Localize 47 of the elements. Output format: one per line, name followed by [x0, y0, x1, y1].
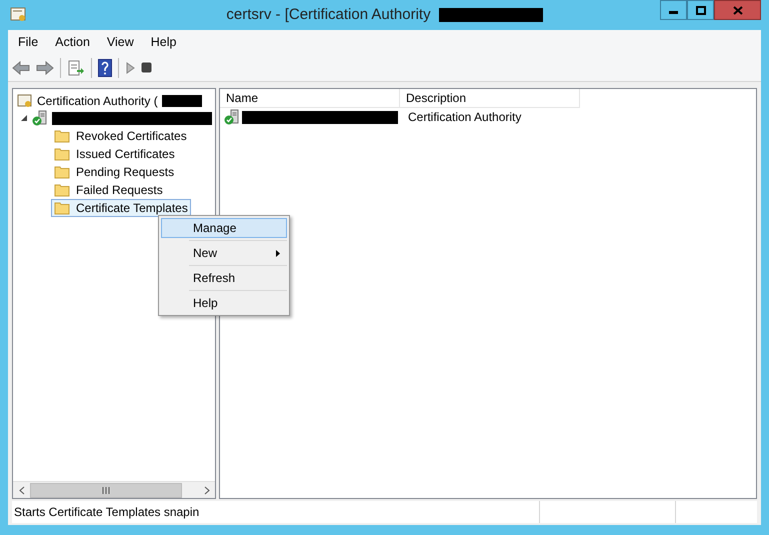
context-menu-item[interactable]: New	[161, 243, 287, 263]
folder-icon	[54, 165, 70, 179]
menu-item[interactable]: View	[106, 32, 134, 52]
tree-item-label: Failed Requests	[76, 182, 163, 199]
tree-item-label: Pending Requests	[76, 164, 174, 181]
tree-item[interactable]: Issued Certificates	[51, 145, 178, 163]
folder-icon	[54, 183, 70, 197]
column-header[interactable]: Name	[220, 89, 400, 108]
menu-item[interactable]: File	[18, 32, 38, 52]
expanded-arrow-icon[interactable]	[21, 114, 28, 122]
minimize-button[interactable]	[660, 0, 687, 20]
tree-item-label: Issued Certificates	[76, 146, 175, 163]
certificate-console-icon	[17, 92, 33, 108]
context-menu-item[interactable]: Help	[161, 293, 287, 313]
stop-icon[interactable]	[141, 62, 152, 73]
folder-icon	[54, 201, 70, 215]
menu-item[interactable]: Action	[55, 32, 90, 52]
status-text: Starts Certificate Templates snapin	[12, 501, 540, 523]
export-list-icon[interactable]	[67, 60, 85, 76]
close-button[interactable]	[714, 0, 761, 20]
context-menu-item[interactable]: Refresh	[161, 268, 287, 288]
tree-item[interactable]: Pending Requests	[51, 163, 178, 181]
folder-icon	[54, 147, 70, 161]
tree-item[interactable]: Revoked Certificates	[51, 127, 190, 145]
tree-item[interactable]: Certificate Templates	[51, 199, 191, 217]
certificate-console-icon	[10, 6, 28, 24]
play-icon[interactable]	[125, 62, 135, 74]
column-header[interactable]: Description	[400, 89, 580, 108]
forward-arrow-icon[interactable]	[36, 60, 54, 74]
help-icon[interactable]	[98, 58, 112, 76]
context-menu-item[interactable]: Manage	[161, 218, 287, 238]
table-cell-text: Certification Authority	[407, 109, 522, 126]
back-arrow-icon[interactable]	[12, 60, 30, 74]
folder-icon	[54, 129, 70, 143]
scrollbar-thumb[interactable]	[30, 482, 182, 498]
tree-item-label: Revoked Certificates	[76, 128, 187, 145]
tree-item-label: Certificate Templates	[76, 200, 188, 217]
redaction-block	[162, 94, 202, 106]
close-icon	[732, 6, 742, 14]
server-check-icon	[224, 109, 240, 125]
window-title: certsrv - [Certification Authority	[226, 4, 431, 25]
tree-item[interactable]: Failed Requests	[51, 181, 166, 199]
server-check-icon	[32, 110, 48, 126]
tree-root-label[interactable]: Certification Authority (	[37, 92, 158, 110]
horizontal-scrollbar[interactable]	[13, 481, 215, 498]
menu-item[interactable]: Help	[150, 32, 176, 52]
submenu-arrow-icon	[276, 250, 280, 256]
